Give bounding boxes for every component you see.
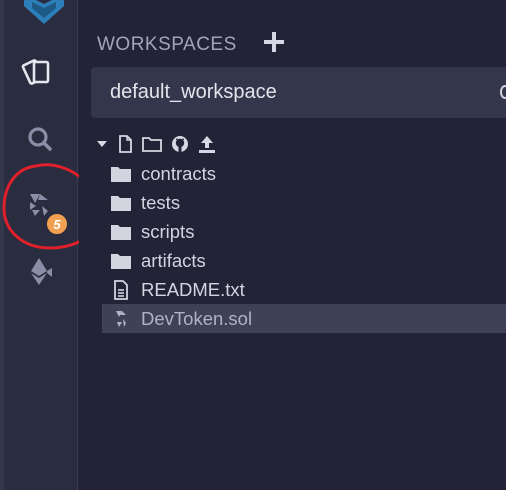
tree-item-selected[interactable]: DevToken.sol	[102, 304, 506, 333]
upload-icon[interactable]	[198, 135, 216, 153]
rail-edge	[0, 0, 4, 490]
new-folder-icon[interactable]	[142, 135, 162, 153]
caret-down-icon[interactable]	[96, 137, 108, 151]
plus-icon[interactable]	[263, 31, 285, 53]
search-icon	[28, 127, 52, 151]
remix-logo-icon[interactable]	[18, 0, 70, 26]
workspaces-title: WORKSPACES	[97, 34, 237, 55]
github-icon[interactable]	[171, 135, 189, 153]
tree-item-label: artifacts	[141, 249, 206, 271]
tree-item[interactable]: contracts	[102, 159, 506, 188]
tree-item-label: README.txt	[141, 278, 245, 300]
files-icon	[21, 59, 50, 85]
tree-item[interactable]: artifacts	[102, 246, 506, 275]
tree-item[interactable]: tests	[102, 188, 506, 217]
icon-panel: 5	[0, 0, 110, 490]
folder-icon	[110, 251, 132, 271]
tree-item-label: contracts	[141, 162, 217, 184]
tree-item[interactable]: README.txt	[102, 275, 506, 304]
solidity-file-icon	[110, 309, 132, 329]
file-explorer-button[interactable]	[14, 48, 64, 98]
workspace-select-value: default_workspace	[110, 81, 277, 103]
folder-icon	[110, 222, 132, 242]
ethereum-icon	[31, 258, 52, 285]
tree-item[interactable]: scripts	[102, 217, 506, 246]
tree-item-label: tests	[141, 191, 181, 213]
file-explorer-panel: WORKSPACES default_workspace contracts t…	[79, 0, 506, 490]
tree-item-label: DevToken.sol	[141, 307, 253, 329]
workspace-select[interactable]: default_workspace	[91, 67, 506, 118]
deploy-run-button[interactable]	[14, 246, 64, 296]
tree-item-label: scripts	[141, 220, 195, 242]
text-file-icon	[110, 279, 132, 300]
new-file-icon[interactable]	[117, 135, 133, 153]
file-toolbar	[96, 134, 225, 154]
workspaces-header: WORKSPACES	[97, 31, 285, 56]
file-tree: contracts tests scripts artifacts README…	[102, 159, 506, 333]
compiler-badge: 5	[45, 212, 69, 236]
search-button[interactable]	[14, 114, 64, 164]
folder-icon	[110, 193, 132, 213]
folder-icon	[110, 164, 132, 184]
select-arrow-icon	[500, 85, 506, 99]
